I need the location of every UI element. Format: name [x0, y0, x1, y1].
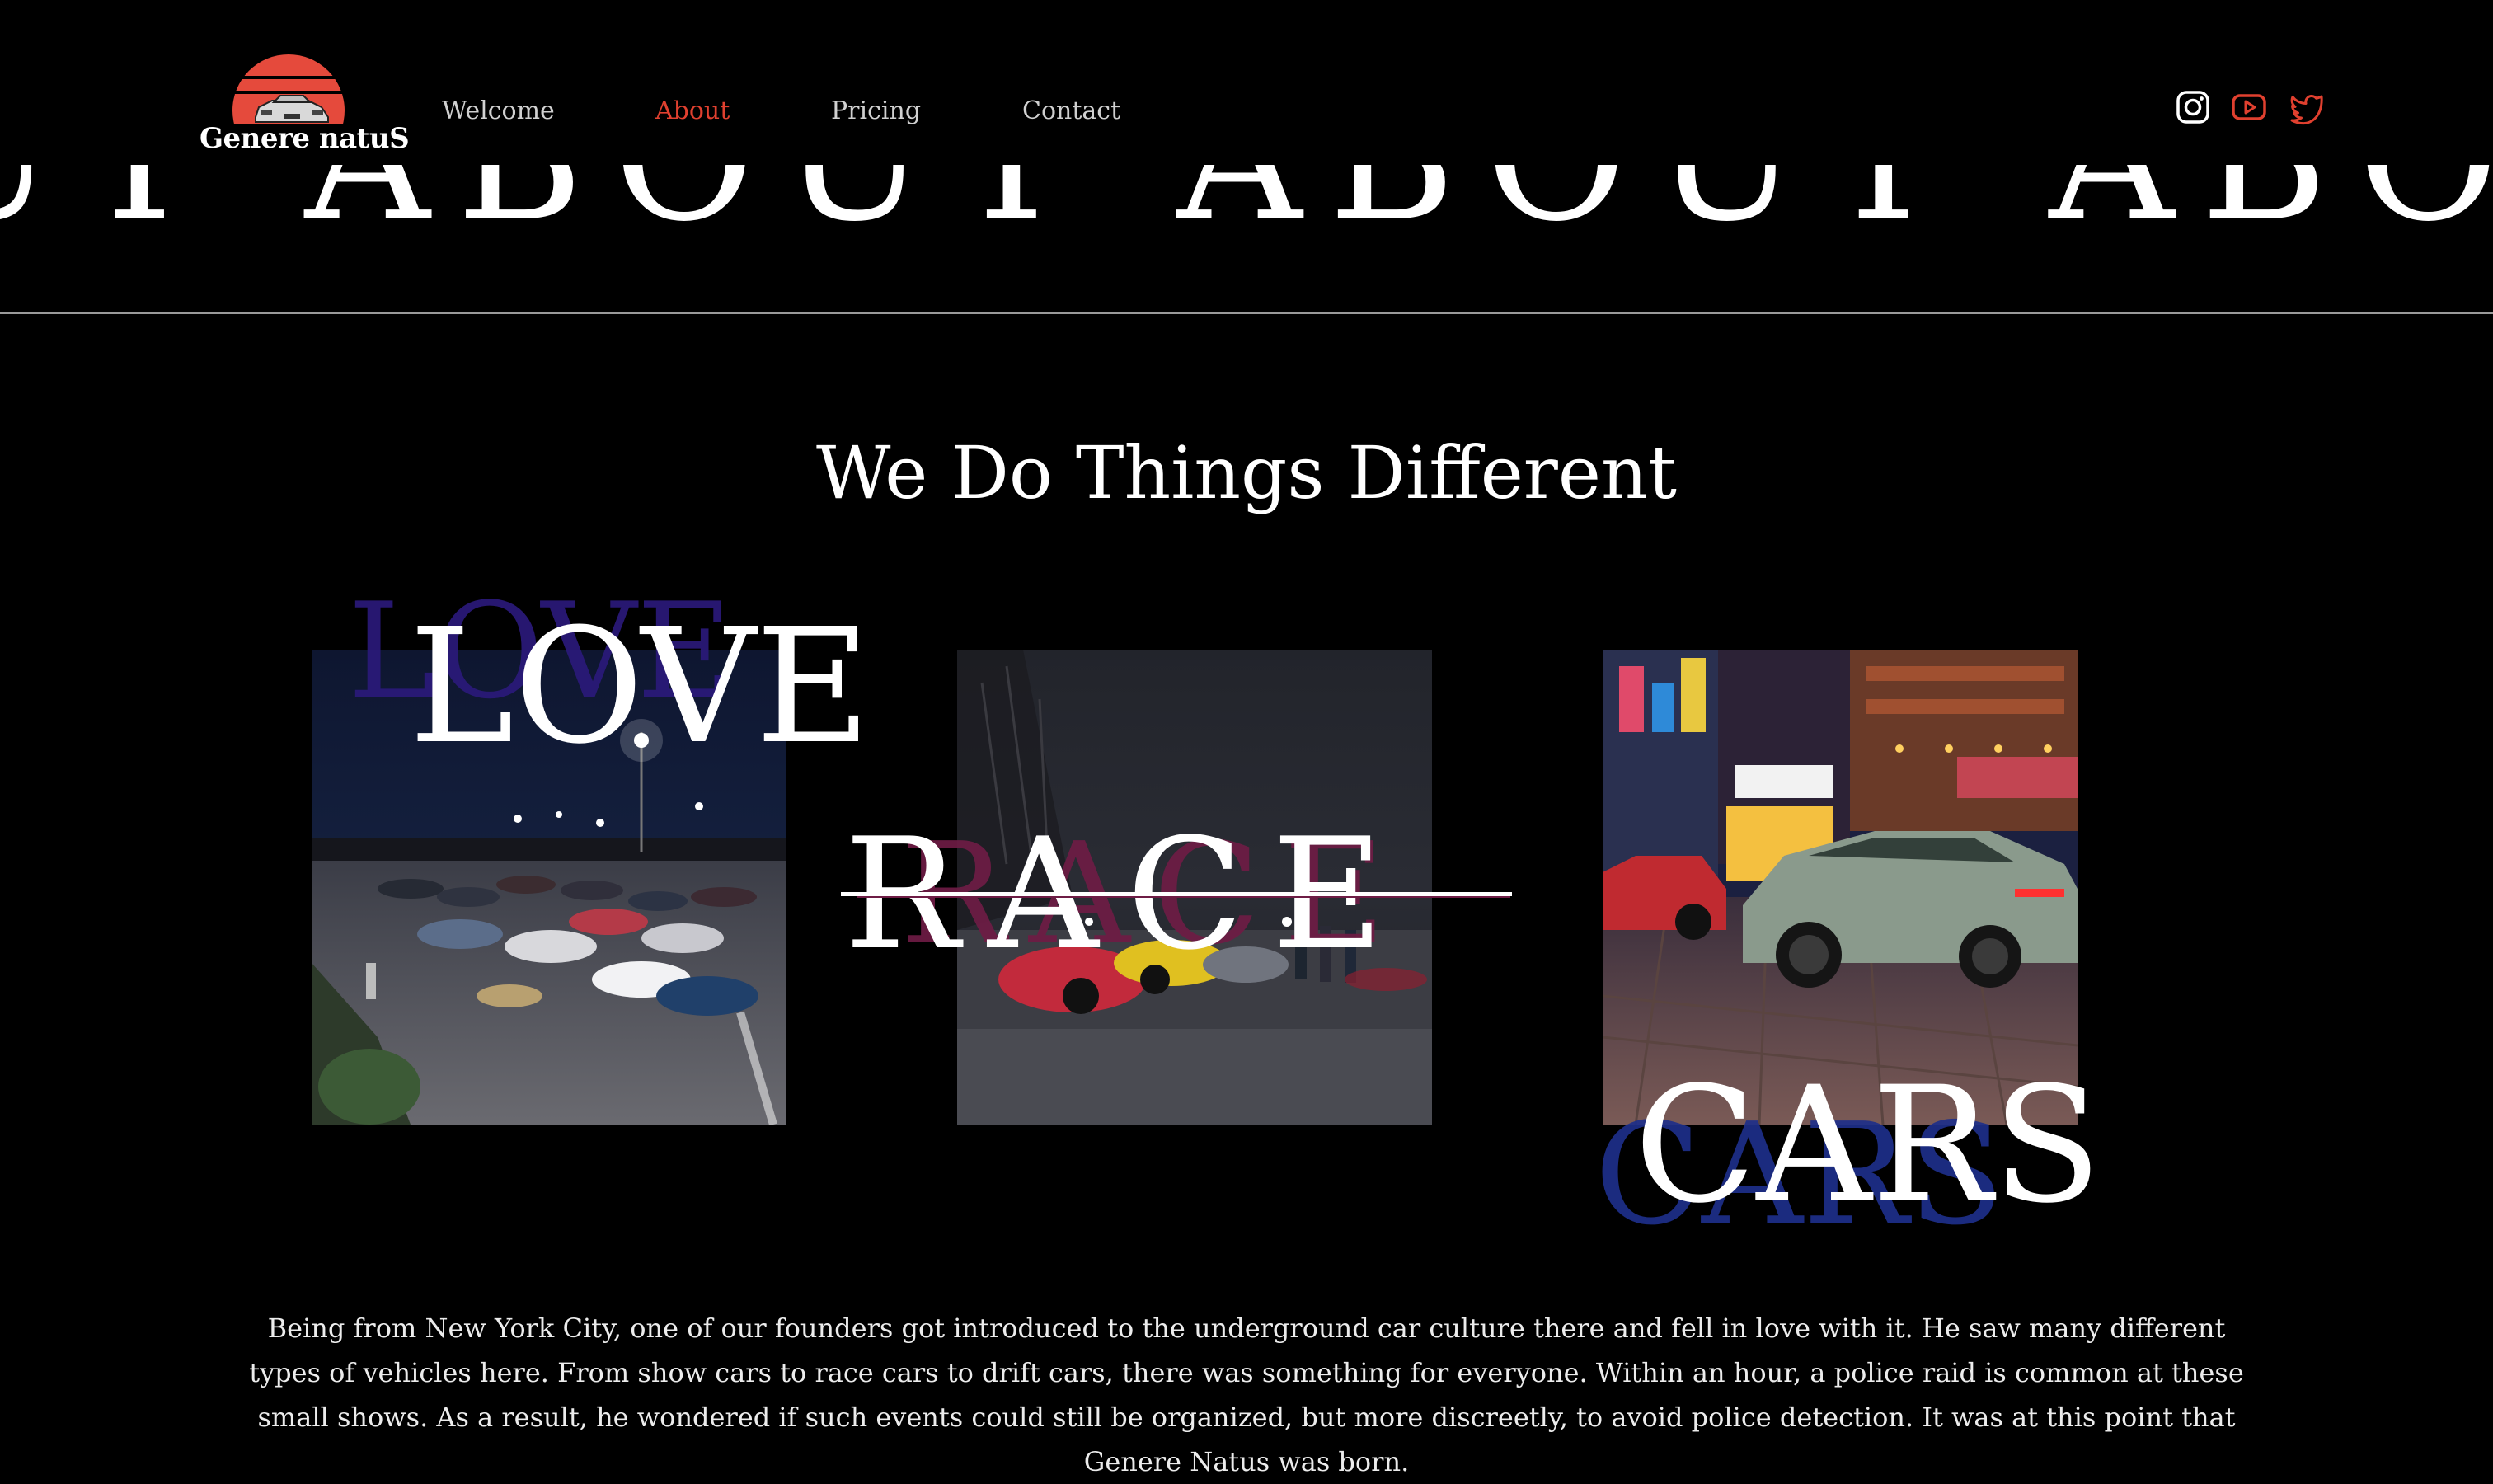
- section-title: We Do Things Different: [816, 430, 1677, 515]
- youtube-icon[interactable]: [2231, 89, 2267, 125]
- brand-logo[interactable]: Genere natuS: [195, 49, 410, 165]
- nav-about[interactable]: About: [655, 96, 730, 125]
- twitter-icon[interactable]: [2289, 89, 2325, 125]
- nav-welcome[interactable]: Welcome: [442, 96, 555, 125]
- nav-contact[interactable]: Contact: [1022, 96, 1120, 125]
- instagram-icon[interactable]: [2175, 89, 2211, 125]
- header-divider: [0, 312, 2493, 314]
- about-paragraph: Being from New York City, one of our fou…: [249, 1313, 2244, 1477]
- nav-pricing[interactable]: Pricing: [831, 96, 921, 125]
- about-marquee: UT ABOUT ABOUT ABOUT ABOUT ABOUT AB: [0, 165, 2493, 313]
- marquee-text: UT ABOUT ABOUT ABOUT ABOUT ABOUT AB: [0, 165, 2493, 246]
- brand-name: Genere natuS: [200, 122, 410, 155]
- cars-word: CARS: [1634, 1052, 2102, 1238]
- race-strike-line: [841, 892, 1512, 896]
- love-word: LOVE: [409, 595, 871, 779]
